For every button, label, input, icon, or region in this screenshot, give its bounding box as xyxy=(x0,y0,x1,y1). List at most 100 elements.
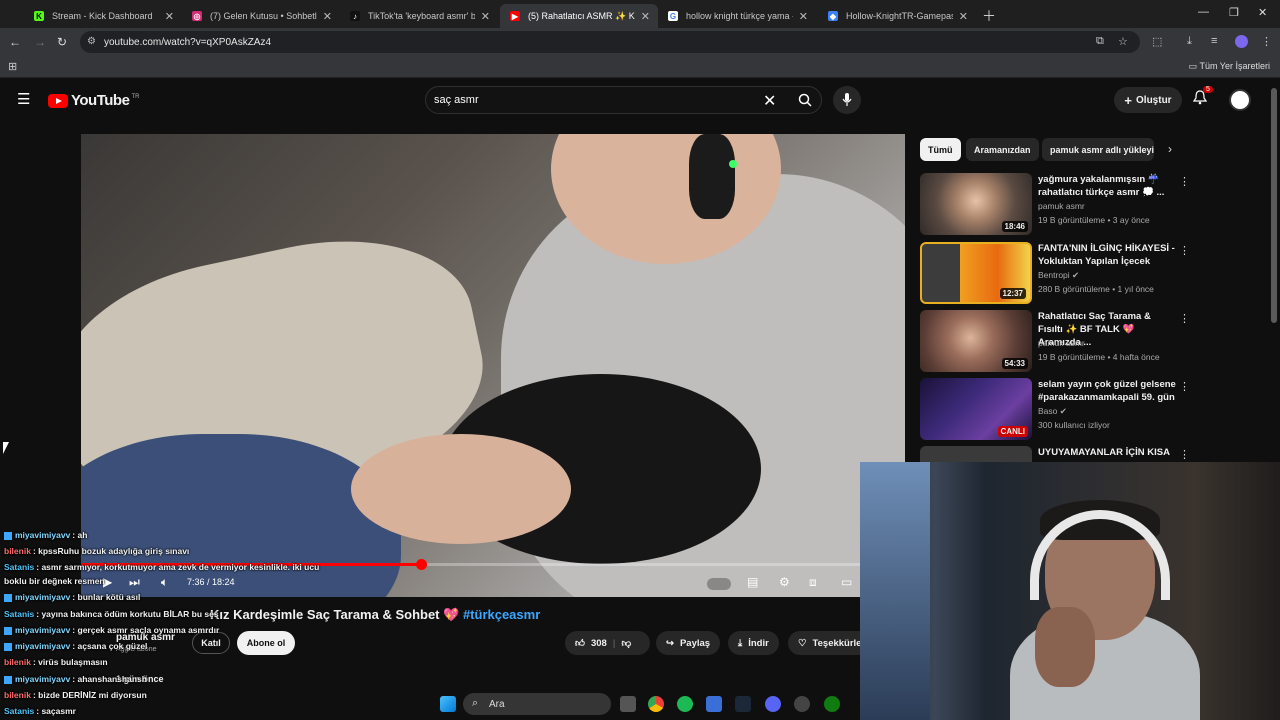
more-options-icon[interactable]: ⋮ xyxy=(1179,312,1190,325)
video-thumbnail[interactable]: CANLI xyxy=(920,378,1032,440)
windows-start-icon[interactable] xyxy=(440,696,456,712)
chip-from-search[interactable]: Aramanızdan xyxy=(966,138,1039,161)
download-arrow-icon: ⤓ xyxy=(738,637,743,649)
forward-arrow-icon[interactable]: → xyxy=(34,35,46,49)
install-app-icon[interactable]: ⧉ xyxy=(1096,35,1104,48)
bookmark-star-icon[interactable]: ☆ xyxy=(1118,35,1128,48)
discord-icon[interactable] xyxy=(765,696,781,712)
all-bookmarks[interactable]: ▭ Tüm Yer İşaretleri xyxy=(1189,61,1270,72)
search-input[interactable]: saç asmr xyxy=(434,94,479,106)
related-video-channel[interactable]: Bentropi ✔ xyxy=(1038,270,1079,281)
settings-gear-icon[interactable]: ⚙ xyxy=(779,575,790,589)
video-thumbnail[interactable]: 18:46 xyxy=(920,173,1032,235)
thumbs-down-icon[interactable]: 👎︎ xyxy=(621,637,631,649)
task-view-icon[interactable] xyxy=(620,696,636,712)
related-video-title[interactable]: UYUYAMAYANLAR İÇİN KISA xyxy=(1038,446,1178,459)
chrome-icon[interactable] xyxy=(648,696,664,712)
download-button[interactable]: ⤓ İndir xyxy=(728,631,779,655)
theater-mode-icon[interactable]: ▭ xyxy=(841,575,852,589)
more-options-icon[interactable]: ⋮ xyxy=(1179,448,1190,461)
youtube-logo[interactable]: YouTube TR xyxy=(48,92,139,109)
chip-from-uploader[interactable]: pamuk asmr adlı yükleyi xyxy=(1042,138,1154,161)
tab-close-icon[interactable]: ✕ xyxy=(165,10,174,23)
related-video[interactable]: UYUYAMAYANLAR İÇİN KISA ⋮ xyxy=(920,446,1190,462)
video-hashtag[interactable]: #türkçeasmr xyxy=(463,607,540,622)
thumbs-up-icon[interactable]: 👍︎ xyxy=(575,637,585,649)
tab-close-icon[interactable]: ✕ xyxy=(323,10,332,23)
voice-search-button[interactable] xyxy=(833,86,861,114)
chip-all[interactable]: Tümü xyxy=(920,138,961,161)
chat-line: miyavimiyavv: açsana çok güzel xyxy=(4,638,147,654)
tab-close-icon[interactable]: ✕ xyxy=(959,10,968,23)
related-video-title[interactable]: selam yayın çok güzel gelsene #parakazan… xyxy=(1038,378,1178,404)
create-label: Oluştur xyxy=(1136,94,1172,106)
more-options-icon[interactable]: ⋮ xyxy=(1179,244,1190,257)
search-button[interactable] xyxy=(788,88,822,112)
hamburger-menu-icon[interactable]: ☰ xyxy=(17,90,30,108)
related-video-channel[interactable]: Baso ✔ xyxy=(1038,406,1067,417)
chevron-right-icon[interactable]: › xyxy=(1168,142,1172,156)
store-icon[interactable] xyxy=(706,696,722,712)
back-arrow-icon[interactable]: ← xyxy=(9,35,21,49)
page-scrollbar[interactable] xyxy=(1271,88,1277,323)
tiktok-icon: ♪ xyxy=(350,11,360,21)
menu-kebab-icon[interactable]: ⋮ xyxy=(1261,35,1272,48)
reload-icon[interactable]: ↻ xyxy=(57,35,67,49)
more-options-icon[interactable]: ⋮ xyxy=(1179,175,1190,188)
account-avatar[interactable] xyxy=(1229,89,1251,111)
tab-close-icon[interactable]: ✕ xyxy=(641,10,650,23)
profile-avatar[interactable] xyxy=(1235,35,1248,48)
video-thumbnail[interactable]: 54:33 xyxy=(920,310,1032,372)
new-tab-plus-icon[interactable]: ＋ xyxy=(982,6,996,26)
tab-title: Stream - Kick Dashboard xyxy=(52,11,153,21)
tab-gamepass[interactable]: ◆ Hollow-KnightTR-Gamepass ✕ xyxy=(818,4,976,28)
tab-youtube[interactable]: ▶ (5) Rahatlatıcı ASMR ✨ Kız Kar ✕ xyxy=(500,4,658,28)
spotify-icon[interactable] xyxy=(677,696,693,712)
related-video[interactable]: 54:33 Rahatlatıcı Saç Tarama & Fısıltı ✨… xyxy=(920,310,1190,374)
chat-message: gerçek asmr saçla oynama asmrdır xyxy=(77,625,220,635)
apps-grid-icon[interactable]: ⊞ xyxy=(8,60,17,73)
create-button[interactable]: + Oluştur xyxy=(1114,87,1182,113)
youtube-play-icon xyxy=(48,93,68,108)
video-thumbnail[interactable]: 12:37 xyxy=(920,242,1032,304)
tab-close-icon[interactable]: ✕ xyxy=(799,10,808,23)
like-count[interactable]: 308 xyxy=(591,638,607,649)
window-close-icon[interactable]: ✕ xyxy=(1258,6,1267,19)
extensions-icon[interactable]: ⬚ xyxy=(1152,35,1162,48)
related-video-title[interactable]: FANTA'NIN İLGİNÇ HİKAYESİ - Yokluktan Ya… xyxy=(1038,242,1178,268)
share-button[interactable]: ↪ Paylaş xyxy=(656,631,721,655)
clear-search-icon[interactable]: ✕ xyxy=(763,91,776,111)
more-options-icon[interactable]: ⋮ xyxy=(1179,380,1190,393)
live-badge: CANLI xyxy=(997,426,1028,437)
restore-icon[interactable]: ❐ xyxy=(1229,6,1239,19)
related-video[interactable]: CANLI selam yayın çok güzel gelsene #par… xyxy=(920,378,1190,442)
tab-google[interactable]: G hollow knight türkçe yama - Go ✕ xyxy=(658,4,816,28)
taskbar-search[interactable]: ⌕ Ara xyxy=(463,693,611,715)
tab-instagram[interactable]: ◎ (7) Gelen Kutusu • Sohbetler ✕ xyxy=(182,4,340,28)
media-icon[interactable]: ≡ xyxy=(1211,35,1217,47)
tab-tiktok[interactable]: ♪ TikTok'ta 'keyboard asmr' bulab ✕ xyxy=(340,4,498,28)
settings-icon[interactable] xyxy=(794,696,810,712)
autoplay-toggle[interactable] xyxy=(707,578,731,590)
related-video[interactable]: 12:37 FANTA'NIN İLGİNÇ HİKAYESİ - Yokluk… xyxy=(920,242,1190,306)
tab-close-icon[interactable]: ✕ xyxy=(481,10,490,23)
download-icon[interactable]: ⤓ xyxy=(1187,35,1192,48)
related-video-title[interactable]: yağmura yakalanmışsın ☔ rahatlatıcı türk… xyxy=(1038,173,1178,199)
minimize-icon[interactable]: — xyxy=(1198,6,1209,18)
youtube-icon: ▶ xyxy=(510,11,520,21)
tab-kick[interactable]: K Stream - Kick Dashboard ✕ xyxy=(24,4,182,28)
related-video-channel[interactable]: pamuk asmr xyxy=(1038,201,1085,211)
related-video[interactable]: 18:46 yağmura yakalanmışsın ☔ rahatlatıc… xyxy=(920,173,1190,237)
subtitles-icon[interactable]: ▤ xyxy=(747,575,758,589)
chat-user: Satanis xyxy=(4,562,35,572)
search-box[interactable]: saç asmr ✕ xyxy=(425,86,822,114)
related-video-channel[interactable]: pamuk asmr xyxy=(1038,338,1085,348)
video-thumbnail[interactable] xyxy=(920,446,1032,462)
site-info-icon[interactable]: ⚙ xyxy=(87,36,96,47)
thanks-button[interactable]: ♡ Teşekkürle xyxy=(788,631,861,655)
url-field[interactable]: ⚙ youtube.com/watch?v=qXP0AskZAz4 xyxy=(80,31,1140,53)
steam-icon[interactable] xyxy=(735,696,751,712)
miniplayer-icon[interactable]: ⧈ xyxy=(809,575,817,590)
xbox-icon[interactable] xyxy=(824,696,840,712)
notifications-button[interactable]: 5 xyxy=(1192,86,1213,110)
